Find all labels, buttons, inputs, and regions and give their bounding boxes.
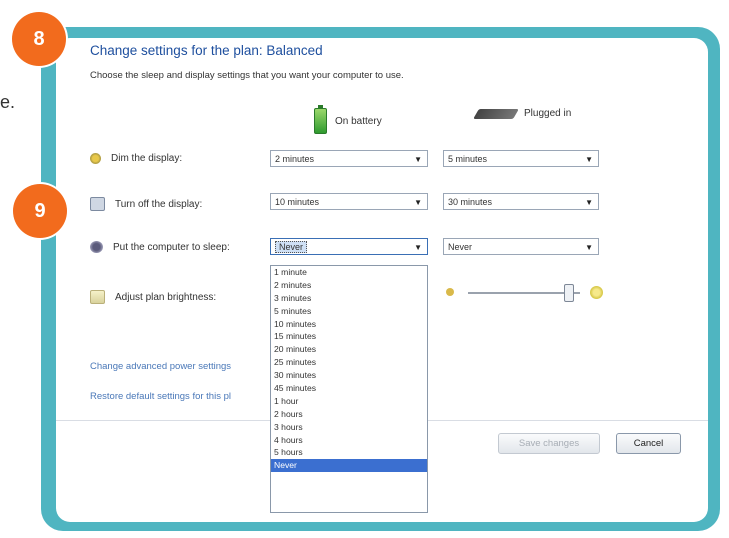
turn-off-display-plugged-select[interactable]: 30 minutes ▼: [443, 193, 599, 210]
sleep-battery-select[interactable]: Never ▼: [270, 238, 428, 255]
sleep-option[interactable]: 5 hours: [271, 446, 427, 459]
page-subtitle: Choose the sleep and display settings th…: [90, 70, 404, 81]
column-label-battery: On battery: [335, 115, 382, 127]
sleep-option[interactable]: Never: [271, 459, 427, 473]
brightness-icon: [90, 290, 105, 304]
sleep-option[interactable]: 3 minutes: [271, 292, 427, 305]
bright-sun-icon: [590, 286, 603, 299]
sleep-option[interactable]: 2 minutes: [271, 279, 427, 292]
advanced-settings-link[interactable]: Change advanced power settings: [90, 361, 231, 372]
step-badge-9: 9: [13, 184, 67, 238]
row-label-off: Turn off the display:: [115, 198, 203, 210]
dim-plugged-value: 5 minutes: [448, 153, 488, 164]
sleep-battery-value: Never: [275, 240, 308, 253]
sleep-icon: [90, 241, 103, 253]
sleep-option[interactable]: 10 minutes: [271, 318, 427, 331]
row-brightness: Adjust plan brightness:: [90, 290, 216, 304]
sleep-plugged-select[interactable]: Never ▼: [443, 238, 599, 255]
brightness-slider[interactable]: [446, 283, 616, 303]
sleep-option[interactable]: 30 minutes: [271, 369, 427, 382]
sleep-option[interactable]: 5 minutes: [271, 305, 427, 318]
page-title: Change settings for the plan: Balanced: [90, 43, 323, 58]
sleep-option[interactable]: 45 minutes: [271, 382, 427, 395]
dim-sun-icon: [446, 288, 454, 296]
row-label-brightness: Adjust plan brightness:: [115, 291, 217, 303]
sleep-option[interactable]: 25 minutes: [271, 356, 427, 369]
row-label-sleep: Put the computer to sleep:: [113, 241, 230, 253]
sleep-option[interactable]: 15 minutes: [271, 330, 427, 343]
restore-defaults-link[interactable]: Restore default settings for this pl: [90, 391, 231, 402]
column-header-battery: On battery: [314, 105, 382, 134]
chevron-down-icon: ▼: [414, 198, 422, 207]
off-battery-value: 10 minutes: [275, 196, 320, 207]
off-plugged-value: 30 minutes: [448, 196, 493, 207]
sleep-option[interactable]: 1 minute: [271, 266, 427, 279]
monitor-icon: [90, 197, 105, 211]
column-label-plugged: Plugged in: [524, 108, 572, 119]
dim-display-plugged-select[interactable]: 5 minutes ▼: [443, 150, 599, 167]
battery-icon: [314, 105, 327, 134]
sleep-option[interactable]: 2 hours: [271, 408, 427, 421]
row-turn-off-display: Turn off the display:: [90, 197, 202, 211]
sleep-option[interactable]: 4 hours: [271, 434, 427, 447]
chevron-down-icon: ▼: [585, 155, 593, 164]
sleep-option[interactable]: 1 hour: [271, 395, 427, 408]
plug-icon: [473, 108, 519, 119]
column-header-plugged: Plugged in: [473, 108, 572, 119]
save-changes-button[interactable]: Save changes: [498, 433, 600, 454]
row-sleep: Put the computer to sleep:: [90, 241, 230, 253]
chevron-down-icon: ▼: [585, 243, 593, 252]
stray-text: e.: [0, 92, 16, 112]
cancel-button[interactable]: Cancel: [616, 433, 681, 454]
row-label-dim: Dim the display:: [111, 153, 183, 164]
sleep-option[interactable]: 20 minutes: [271, 343, 427, 356]
row-dim-display: Dim the display:: [90, 153, 182, 164]
dim-display-icon: [90, 153, 101, 164]
dim-display-battery-select[interactable]: 2 minutes ▼: [270, 150, 428, 167]
chevron-down-icon: ▼: [414, 155, 422, 164]
sleep-plugged-value: Never: [448, 241, 473, 252]
chevron-down-icon: ▼: [585, 198, 593, 207]
turn-off-display-battery-select[interactable]: 10 minutes ▼: [270, 193, 428, 210]
power-plan-panel: Change settings for the plan: Balanced C…: [56, 38, 708, 522]
sleep-option[interactable]: 3 hours: [271, 421, 427, 434]
dim-battery-value: 2 minutes: [275, 153, 315, 164]
step-badge-8: 8: [12, 12, 66, 66]
slider-thumb[interactable]: [564, 284, 574, 302]
sleep-options-list[interactable]: 1 minute 2 minutes 3 minutes 5 minutes 10 mi…: [270, 265, 428, 513]
chevron-down-icon: ▼: [414, 243, 422, 252]
